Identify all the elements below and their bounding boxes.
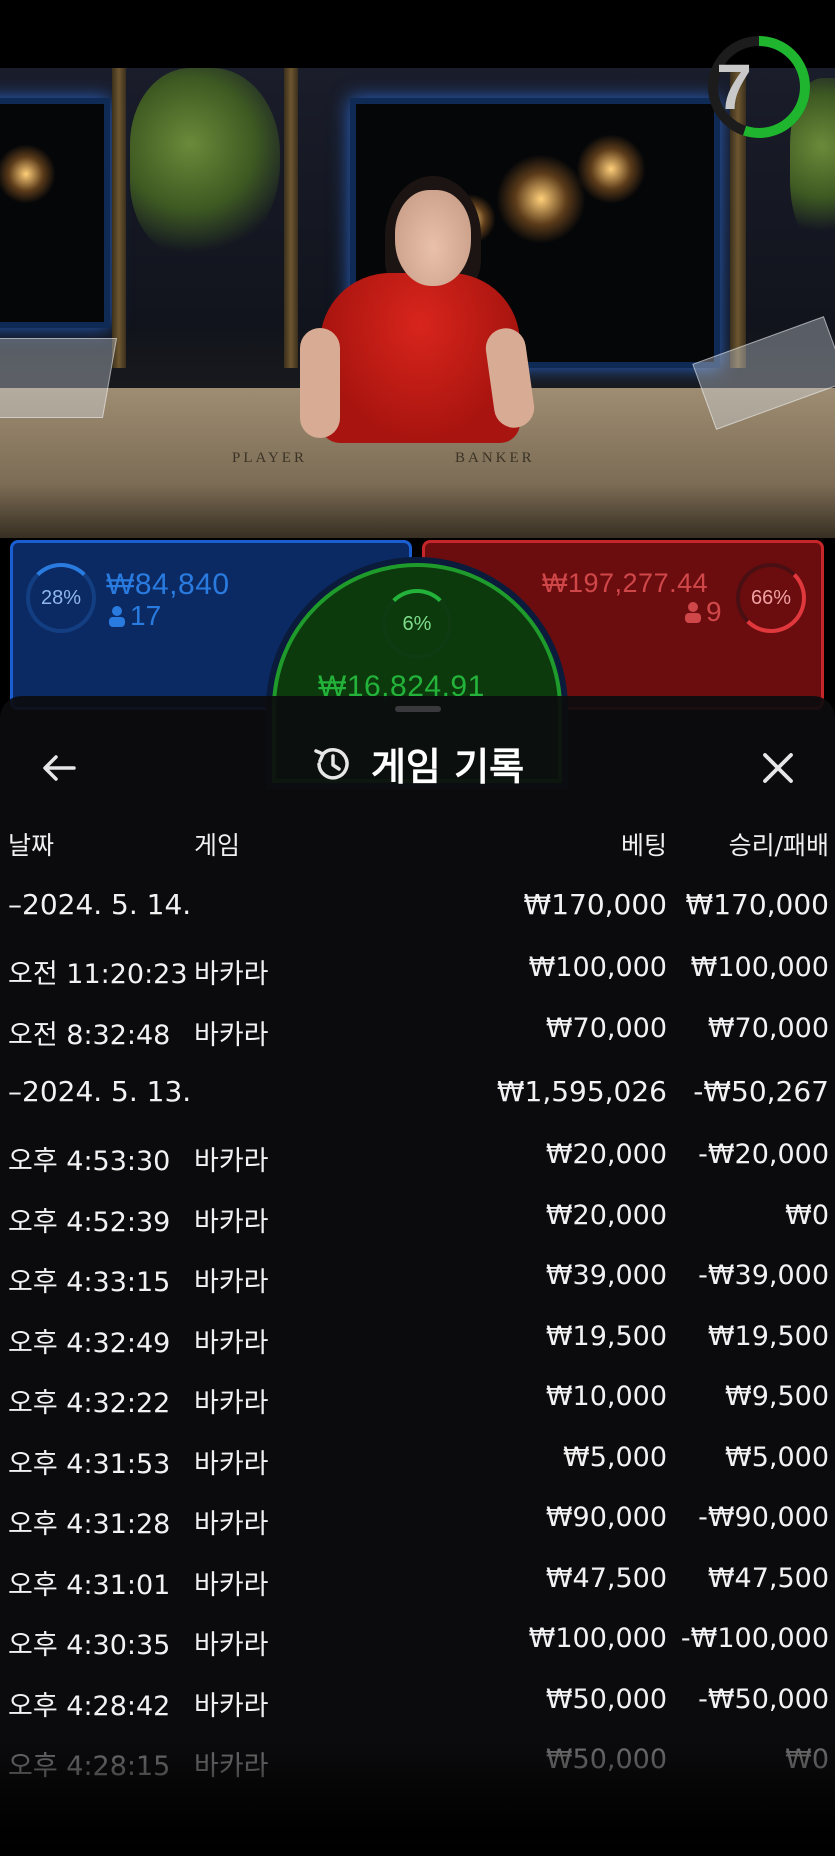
history-table-header: 날짜 게임 베팅 승리/패배 [0,826,835,866]
history-icon [314,747,349,780]
history-game-row[interactable]: 오후 4:52:39 바카라 ₩20,000 ₩0 [0,1190,835,1251]
win-loss-amount: -₩100,000 [680,1623,829,1654]
dealer-face [395,190,471,286]
round-time: 오후 4:32:22 [8,1388,171,1419]
game-name: 바카라 [194,1630,269,1661]
column-result: 승리/패배 [728,831,829,860]
game-name: 바카라 [194,1327,269,1359]
game-name: 바카라 [194,959,269,990]
round-time: 오후 4:30:35 [8,1630,171,1661]
game-name: 바카라 [194,1569,269,1601]
close-icon [763,753,793,783]
win-loss-amount: -₩20,000 [698,1139,829,1170]
history-date-group-row[interactable]: –2024. 5. 14. ₩170,000 ₩170,000 [0,876,835,942]
round-time: 오후 4:28:42 [8,1690,171,1722]
game-history-sheet: 게임 기록 날짜 게임 베팅 승리/패배 –2024. 5. 14. ₩170,0… [0,696,835,1856]
group-date: –2024. 5. 13. [8,1075,192,1108]
bet-amount: ₩5,000 [563,1441,667,1473]
bet-amount: ₩39,000 [545,1260,667,1291]
history-game-row[interactable]: 오후 4:31:28 바카라 ₩90,000 -₩90,000 [0,1492,835,1553]
round-time: 오후 4:31:28 [8,1509,171,1540]
round-time: 오후 4:33:15 [8,1267,171,1298]
history-game-row[interactable]: 오전 11:20:23 바카라 ₩100,000 ₩100,000 [0,942,835,1003]
win-loss-amount: ₩5,000 [725,1441,829,1473]
game-name: 바카라 [194,1206,269,1238]
round-time: 오전 11:20:23 [8,959,188,990]
column-date: 날짜 [8,831,55,860]
tie-percent: 6% [402,613,432,635]
round-time: 오후 4:31:01 [8,1569,171,1601]
person-icon [685,602,701,623]
history-game-row[interactable]: 오후 4:32:49 바카라 ₩19,500 ₩19,500 [0,1311,835,1372]
round-time: 오전 8:32:48 [8,1019,171,1051]
win-loss-amount: ₩9,500 [725,1381,829,1412]
history-game-row[interactable]: 오후 4:33:15 바카라 ₩39,000 -₩39,000 [0,1250,835,1311]
column-bet: 베팅 [620,831,667,860]
win-loss-amount: ₩0 [785,1199,829,1231]
banker-bettor-count: 9 [684,596,722,628]
sheet-title: 게임 기록 [370,745,525,789]
bet-amount: ₩19,500 [545,1320,667,1352]
banker-percent: 66% [750,587,792,609]
bet-amount: ₩50,000 [545,1683,667,1715]
bet-amount: ₩1,595,026 [496,1075,667,1108]
player-bettor-count: 17 [108,600,161,632]
history-game-row[interactable]: 오후 4:28:42 바카라 ₩50,000 -₩50,000 [0,1674,835,1735]
history-game-row[interactable]: 오전 8:32:48 바카라 ₩70,000 ₩70,000 [0,1003,835,1064]
round-time: 오후 4:32:49 [8,1327,171,1359]
win-loss-amount: ₩100,000 [690,952,829,983]
bet-amount: ₩20,000 [545,1139,667,1170]
bottom-fade [0,1740,835,1856]
round-time: 오후 4:53:30 [8,1146,171,1177]
history-table-body: –2024. 5. 14. ₩170,000 ₩170,000 오전 11:20:23… [0,876,835,1795]
history-game-row[interactable]: 오후 4:53:30 바카라 ₩20,000 -₩20,000 [0,1129,835,1190]
history-game-row[interactable]: 오후 4:30:35 바카라 ₩100,000 -₩100,000 [0,1613,835,1674]
round-time: 오후 4:31:53 [8,1448,171,1480]
bet-amount: ₩100,000 [528,1623,667,1654]
player-bet-total: ₩84,840 [106,568,230,601]
player-percent: 28% [40,587,82,609]
history-game-row[interactable]: 오후 4:31:01 바카라 ₩47,500 ₩47,500 [0,1553,835,1614]
bet-amount: ₩20,000 [545,1199,667,1231]
felt-label-banker: BANKER [455,450,535,466]
win-loss-amount: ₩47,500 [707,1562,829,1594]
banker-bet-total: ₩197,277.44 [542,568,709,598]
felt-label-player: PLAYER [232,450,307,466]
round-time: 오후 4:52:39 [8,1206,171,1238]
plant-decor [130,68,280,258]
game-name: 바카라 [194,1019,269,1051]
close-button[interactable] [756,746,800,790]
column-game: 게임 [194,831,241,860]
win-loss-amount: -₩39,000 [698,1260,829,1291]
game-name: 바카라 [194,1448,269,1480]
game-name: 바카라 [194,1267,269,1298]
win-loss-amount: ₩170,000 [685,888,829,921]
history-game-row[interactable]: 오후 4:31:53 바카라 ₩5,000 ₩5,000 [0,1432,835,1493]
bet-amount: ₩10,000 [545,1381,667,1412]
countdown-seconds: 7 [716,51,752,123]
bet-amount: ₩90,000 [545,1502,667,1533]
person-icon [109,606,125,627]
history-game-row[interactable]: 오후 4:32:22 바카라 ₩10,000 ₩9,500 [0,1371,835,1432]
game-name: 바카라 [194,1509,269,1540]
sheet-drag-handle[interactable] [395,706,441,712]
sheet-header: 게임 기록 [0,736,835,800]
backdrop-screen-left [0,98,110,328]
win-loss-amount: -₩90,000 [698,1502,829,1533]
win-loss-amount: ₩70,000 [707,1012,829,1044]
game-name: 바카라 [194,1146,269,1177]
win-loss-amount: -₩50,000 [698,1683,829,1715]
history-date-group-row[interactable]: –2024. 5. 13. ₩1,595,026 -₩50,267 [0,1063,835,1129]
win-loss-amount: ₩19,500 [707,1320,829,1352]
game-name: 바카라 [194,1388,269,1419]
bet-amount: ₩100,000 [528,952,667,983]
bet-amount: ₩70,000 [545,1012,667,1044]
win-loss-amount: -₩50,267 [693,1075,829,1108]
group-date: –2024. 5. 14. [8,888,192,921]
bet-amount: ₩170,000 [523,888,667,921]
game-name: 바카라 [194,1690,269,1722]
bet-amount: ₩47,500 [545,1562,667,1594]
card-shoe-left [0,338,118,418]
